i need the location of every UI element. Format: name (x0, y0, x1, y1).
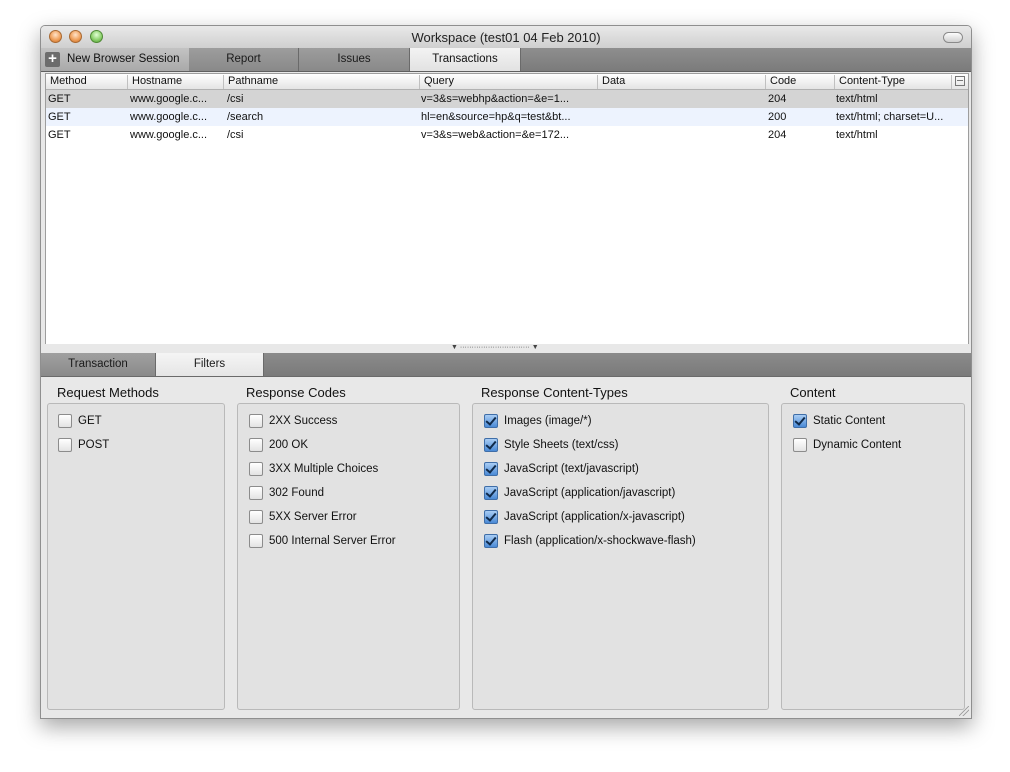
cell-method: GET (48, 111, 71, 123)
content-types-group: Images (image/*) Style Sheets (text/css)… (472, 403, 769, 710)
table-header: Method Hostname Pathname Query Data Code… (46, 74, 968, 90)
table-row[interactable]: GET www.google.c... /csi v=3&s=web&actio… (46, 126, 968, 144)
column-header-data[interactable]: Data (598, 75, 766, 89)
checkbox[interactable] (793, 438, 807, 452)
tab-issues[interactable]: Issues (299, 48, 410, 71)
request-methods-group: GET POST (47, 403, 225, 710)
checkbox[interactable] (249, 486, 263, 500)
option-label: Flash (application/x-shockwave-flash) (504, 535, 696, 547)
column-header-code[interactable]: Code (766, 75, 835, 89)
option-label: 2XX Success (269, 415, 338, 427)
tab-transaction[interactable]: Transaction (41, 353, 156, 376)
cell-query: v=3&s=webhp&action=&e=1... (421, 93, 569, 105)
pane-splitter[interactable]: ▼ ······························ ▼ (41, 344, 971, 353)
cell-code: 204 (768, 129, 787, 141)
workspace-window: Workspace (test01 04 Feb 2010) + New Bro… (40, 25, 972, 719)
detail-tab-bar: Transaction Filters (41, 353, 971, 377)
column-header-content-type[interactable]: Content-Type (835, 75, 952, 89)
option-label: JavaScript (application/x-javascript) (504, 511, 685, 523)
cell-pathname: /csi (227, 93, 244, 105)
response-codes-group: 2XX Success 200 OK 3XX Multiple Choices … (237, 403, 460, 710)
plus-icon: + (45, 51, 60, 67)
checkbox[interactable] (484, 534, 498, 548)
tab-label: Report (226, 53, 261, 65)
checkbox[interactable] (484, 510, 498, 524)
checkbox[interactable] (249, 438, 263, 452)
table-row[interactable]: GET www.google.c... /search hl=en&source… (46, 108, 968, 126)
option-label: 5XX Server Error (269, 511, 357, 523)
title-bar[interactable]: Workspace (test01 04 Feb 2010) (41, 26, 971, 49)
cell-method: GET (48, 93, 71, 105)
content-group: Static Content Dynamic Content (781, 403, 965, 710)
option-label: POST (78, 439, 110, 451)
tab-label: Transaction (68, 358, 128, 370)
checkbox[interactable] (793, 414, 807, 428)
tab-filters[interactable]: Filters (156, 353, 264, 376)
resize-grip-icon[interactable] (959, 706, 969, 716)
option-label: 3XX Multiple Choices (269, 463, 379, 475)
cell-pathname: /search (227, 111, 264, 123)
checkbox[interactable] (58, 414, 72, 428)
option-label: Dynamic Content (813, 439, 902, 451)
column-chooser-icon[interactable] (955, 76, 965, 86)
cell-content-type: text/html (836, 93, 878, 105)
cell-pathname: /csi (227, 129, 244, 141)
column-header-method[interactable]: Method (46, 75, 128, 89)
option-label: Style Sheets (text/css) (504, 439, 619, 451)
column-header-query[interactable]: Query (420, 75, 598, 89)
cell-content-type: text/html (836, 129, 878, 141)
option-label: 200 OK (269, 439, 308, 451)
cell-method: GET (48, 129, 71, 141)
cell-content-type: text/html; charset=U... (836, 111, 944, 123)
tab-label: Issues (337, 53, 371, 65)
option-label: JavaScript (application/javascript) (504, 487, 676, 499)
column-header-pathname[interactable]: Pathname (224, 75, 420, 89)
checkbox[interactable] (249, 414, 263, 428)
checkbox[interactable] (249, 534, 263, 548)
cell-query: hl=en&source=hp&q=test&bt... (421, 111, 571, 123)
new-browser-session-label: New Browser Session (67, 53, 180, 65)
tab-label: Filters (193, 358, 226, 370)
checkbox[interactable] (484, 486, 498, 500)
cell-code: 200 (768, 111, 787, 123)
tab-report[interactable]: Report (189, 48, 299, 71)
checkbox[interactable] (484, 414, 498, 428)
option-label: Images (image/*) (504, 415, 592, 427)
option-label: JavaScript (text/javascript) (504, 463, 639, 475)
cell-hostname: www.google.c... (130, 111, 208, 123)
option-label: Static Content (813, 415, 886, 427)
table-row[interactable]: GET www.google.c... /csi v=3&s=webhp&act… (46, 90, 968, 108)
window-title: Workspace (test01 04 Feb 2010) (411, 30, 601, 45)
checkbox[interactable] (249, 510, 263, 524)
transactions-table: Method Hostname Pathname Query Data Code… (45, 73, 969, 345)
checkbox[interactable] (249, 462, 263, 476)
main-tab-bar: + New Browser Session Report Issues Tran… (41, 48, 971, 72)
tab-label: Transactions (432, 53, 498, 65)
tab-transactions[interactable]: Transactions (410, 48, 521, 71)
cell-hostname: www.google.c... (130, 129, 208, 141)
checkbox[interactable] (58, 438, 72, 452)
checkbox[interactable] (484, 462, 498, 476)
option-label: GET (78, 415, 102, 427)
cell-hostname: www.google.c... (130, 93, 208, 105)
cell-query: v=3&s=web&action=&e=172... (421, 129, 569, 141)
new-browser-session-button[interactable]: + New Browser Session (41, 48, 190, 71)
splitter-grip-icon[interactable]: ▼ ······························ ▼ (451, 344, 539, 351)
toolbar-toggle-icon[interactable] (943, 32, 963, 43)
request-methods-title: Request Methods (57, 385, 159, 400)
option-label: 302 Found (269, 487, 324, 499)
cell-code: 204 (768, 93, 787, 105)
column-header-hostname[interactable]: Hostname (128, 75, 224, 89)
content-title: Content (790, 385, 836, 400)
option-label: 500 Internal Server Error (269, 535, 396, 547)
response-codes-title: Response Codes (246, 385, 346, 400)
content-types-title: Response Content-Types (481, 385, 628, 400)
checkbox[interactable] (484, 438, 498, 452)
